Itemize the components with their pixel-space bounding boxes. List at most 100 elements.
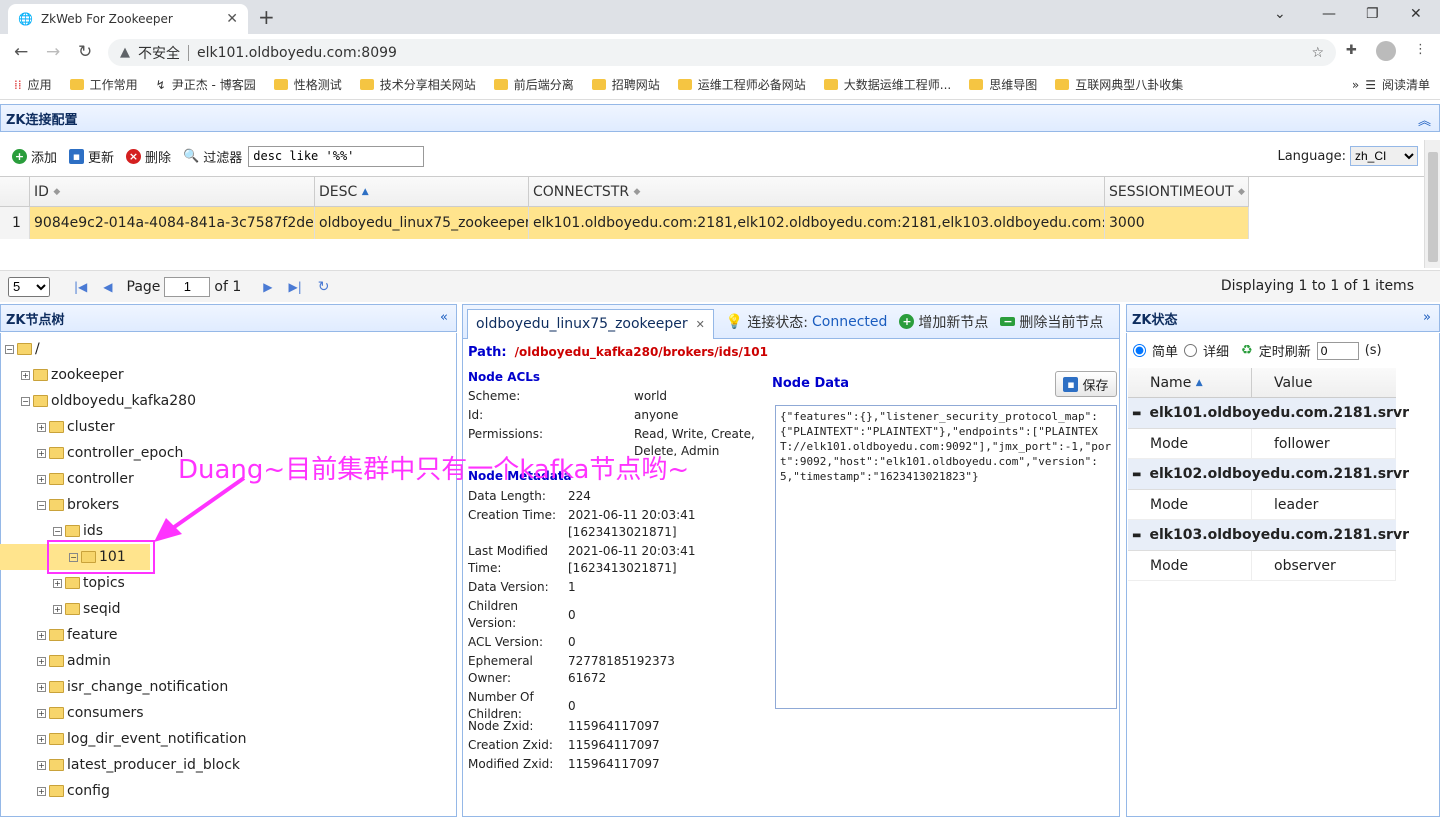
collapse-up-icon[interactable]: ︽ — [1418, 110, 1431, 129]
tree-node[interactable]: + admin — [37, 649, 111, 673]
column-header-connectstr[interactable]: CONNECTSTR ◆ — [529, 177, 1105, 207]
column-header-value[interactable]: Value — [1252, 368, 1396, 397]
bookmark-item[interactable]: ↯ 尹正杰 - 博客园 — [156, 76, 256, 93]
menu-icon[interactable]: ⋮ — [1414, 42, 1427, 57]
table-cell-connectstr[interactable]: elk101.oldboyedu.com:2181,elk102.oldboye… — [529, 207, 1105, 239]
profile-menu-icon[interactable]: ⌄ — [1274, 6, 1286, 22]
node-data-textarea[interactable]: {"features":{},"listener_security_protoc… — [775, 405, 1117, 709]
first-page-icon[interactable]: |◀ — [74, 280, 87, 294]
tree-node[interactable]: + config — [37, 779, 110, 803]
bookmark-item[interactable]: 招聘网站 — [591, 76, 660, 93]
detail-radio[interactable] — [1184, 344, 1198, 357]
column-header-name[interactable]: Name ▲ — [1128, 368, 1252, 397]
tree-node[interactable]: + cluster — [37, 415, 115, 439]
star-icon[interactable]: ☆ — [1311, 45, 1324, 61]
filter-button[interactable]: 🔍 过滤器 — [183, 147, 242, 166]
column-header-id[interactable]: ID ◆ — [30, 177, 315, 207]
tree-node[interactable]: + controller — [37, 467, 134, 491]
column-header-sessiontimeout[interactable]: SESSIONTIMEOUT ◆ — [1105, 177, 1249, 207]
add-button[interactable]: + 添加 — [12, 147, 57, 166]
page-size-select[interactable]: 5 — [8, 276, 50, 297]
tree-node[interactable]: + feature — [37, 623, 118, 647]
refresh-interval-input[interactable] — [1316, 341, 1359, 360]
close-tab-icon[interactable]: ✕ — [226, 11, 238, 27]
folder-icon — [49, 629, 64, 641]
collapse-group-icon: ▬ — [1132, 529, 1142, 541]
acl-key: Id: — [468, 408, 484, 422]
last-page-icon[interactable]: ▶| — [289, 280, 302, 294]
folder-icon — [823, 79, 838, 90]
status-group[interactable]: ▬ elk103.oldboyedu.com.2181.srvr — [1128, 520, 1409, 551]
refresh-icon[interactable]: ↻ — [318, 279, 330, 295]
bookmark-item[interactable]: 运维工程师必备网站 — [677, 76, 806, 93]
save-button[interactable]: ▪ 保存 — [1055, 371, 1117, 397]
bookmark-apps[interactable]: ⁞⁞ 应用 — [14, 76, 52, 93]
minimize-icon[interactable]: — — [1322, 6, 1336, 22]
url-bar[interactable]: ▲ 不安全 elk101.oldboyedu.com:8099 ☆ — [108, 39, 1336, 66]
metadata-value: 1 — [568, 580, 576, 594]
status-group[interactable]: ▬ elk101.oldboyedu.com.2181.srvr — [1128, 398, 1409, 429]
tree-node[interactable]: + consumers — [37, 701, 144, 725]
reload-icon[interactable]: ↻ — [78, 42, 92, 62]
tree-node[interactable]: + zookeeper — [21, 363, 124, 387]
status-group[interactable]: ▬ elk102.oldboyedu.com.2181.srvr — [1128, 459, 1409, 490]
new-tab-button[interactable]: + — [258, 5, 275, 29]
vertical-scrollbar[interactable] — [1424, 140, 1440, 268]
tree-node[interactable]: + isr_change_notification — [37, 675, 228, 699]
bookmark-item[interactable]: 前后端分离 — [493, 76, 574, 93]
refresh-icon: ♻ — [1241, 343, 1253, 358]
avatar[interactable] — [1376, 41, 1396, 61]
bookmark-item[interactable]: 互联网典型八卦收集 — [1055, 76, 1183, 93]
url-text: elk101.oldboyedu.com:8099 — [197, 44, 397, 61]
language-select[interactable]: zh_CI — [1350, 146, 1418, 166]
update-button[interactable]: ▪ 更新 — [69, 147, 114, 166]
zk-status-table: Name ▲ Value ▬ elk101.oldboyedu.com.2181.… — [1128, 368, 1409, 581]
bookmark-item[interactable]: 技术分享相关网站 — [359, 76, 476, 93]
delete-node-button[interactable]: − 删除当前节点 — [1000, 312, 1103, 332]
zk-config-toolbar: + 添加 ▪ 更新 × 删除 🔍 过滤器 — [0, 140, 1440, 172]
metadata-key: Children Version: — [468, 599, 518, 630]
forward-icon[interactable]: → — [46, 42, 60, 62]
more-bookmarks-icon[interactable]: » — [1352, 78, 1359, 92]
scrollbar-thumb[interactable] — [1428, 152, 1438, 262]
page-number-input[interactable] — [164, 276, 211, 297]
close-window-icon[interactable]: ✕ — [1410, 6, 1422, 22]
row-number: 1 — [0, 207, 30, 239]
metadata-value: 2021-06-11 20:03:41 [1623413021871] — [568, 544, 696, 575]
tab-connection[interactable]: oldboyedu_linux75_zookeeper ✕ — [467, 308, 714, 339]
collapse-left-icon[interactable]: « — [440, 310, 448, 325]
tree-node[interactable]: + controller_epoch — [37, 441, 183, 465]
simple-radio[interactable] — [1133, 344, 1146, 357]
reading-list[interactable]: » ☰ 阅读清单 — [1352, 76, 1430, 93]
delete-button[interactable]: × 删除 — [126, 147, 171, 166]
folder-icon — [359, 79, 374, 90]
zk-config-panel-header: ZK连接配置 ︽ — [0, 104, 1440, 132]
add-node-button[interactable]: + 增加新节点 — [899, 312, 988, 332]
folder-open-icon — [17, 343, 32, 355]
table-cell-timeout[interactable]: 3000 — [1105, 207, 1249, 239]
next-page-icon[interactable]: ▶ — [263, 280, 272, 294]
close-tab-icon[interactable]: ✕ — [696, 318, 705, 331]
bookmark-item[interactable]: 性格测试 — [273, 76, 342, 93]
collapse-right-icon[interactable]: » — [1423, 310, 1431, 325]
bookmark-item[interactable]: 思维导图 — [969, 76, 1037, 93]
table-cell-desc[interactable]: oldboyedu_linux75_zookeeper — [315, 207, 529, 239]
tree-node[interactable]: + log_dir_event_notification — [37, 727, 246, 751]
extensions-icon[interactable]: ✚ — [1346, 43, 1357, 58]
filter-input[interactable] — [248, 145, 425, 167]
tree-node[interactable]: + seqid — [53, 597, 121, 621]
prev-page-icon[interactable]: ◀ — [103, 280, 112, 294]
tree-node-root[interactable]: − / — [5, 337, 40, 361]
tree-node[interactable]: + latest_producer_id_block — [37, 753, 240, 777]
browser-tab[interactable]: 🌐 ZkWeb For Zookeeper ✕ — [8, 4, 248, 34]
bookmark-item[interactable]: 工作常用 — [69, 76, 138, 93]
tree-node[interactable]: + topics — [53, 571, 125, 595]
tree-node[interactable]: − brokers — [37, 493, 119, 517]
back-icon[interactable]: ← — [14, 42, 28, 62]
tree-node[interactable]: − oldboyedu_kafka280 — [21, 389, 196, 413]
column-header-desc[interactable]: DESC ▲ — [315, 177, 529, 207]
bookmark-item[interactable]: 大数据运维工程师... — [823, 76, 951, 93]
node-path: Path:/oldboyedu_kafka280/brokers/ids/101 — [468, 345, 768, 360]
table-cell-id[interactable]: 9084e9c2-014a-4084-841a-3c7587f2decb — [30, 207, 315, 239]
restore-icon[interactable]: ❐ — [1366, 6, 1379, 22]
